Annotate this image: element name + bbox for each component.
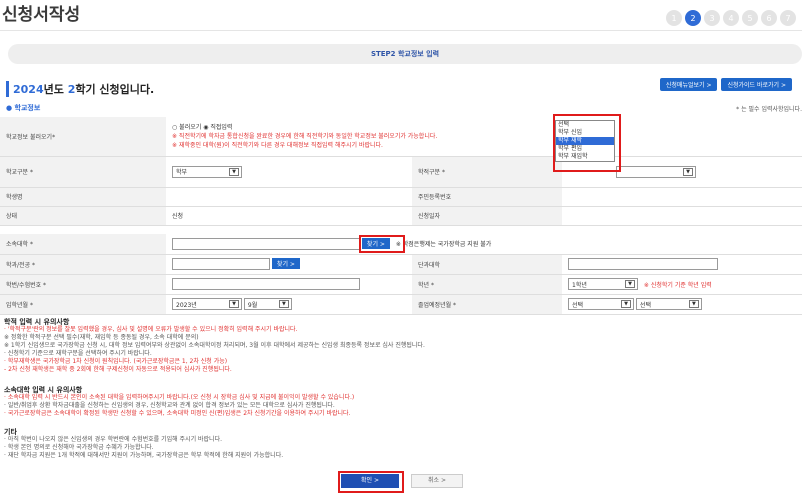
step-7: 7 [780,10,796,26]
step-5: 5 [742,10,758,26]
student-name-label: 학생명 [0,187,166,207]
rrn-label: 주민등록번호 [412,187,562,207]
step-bar: STEP2 학교정보 입력 [8,44,802,64]
notes-etc: 기타 · 아직 학번이 나오지 않은 신입생의 경우 학번란에 수험번호를 기입… [4,428,284,459]
semester-text-2: 학기 신청입니다. [75,83,155,96]
step-indicator: 1 2 3 4 5 6 7 [666,10,796,26]
academic-status-select[interactable]: ▼ [616,165,696,178]
apply-date-value [562,206,802,226]
graduation-label: 졸업예정년월 * [412,294,562,315]
university-note: ※ 학점은행제는 국가장학금 지원 불가 [395,240,492,248]
chevron-down-icon: ▼ [688,300,699,308]
page-title: 신청서작성 [2,5,81,25]
admission-label: 입학년월 * [0,294,166,315]
chevron-down-icon: ▼ [278,300,289,308]
radio-load[interactable]: ○ [172,124,177,131]
step-6: 6 [761,10,777,26]
admission-year-select[interactable]: 2023년 ▼ [172,298,242,310]
graduation-month-select[interactable]: 선택 ▼ [635,298,702,310]
academic-status-label: 학적구분 * [412,156,562,188]
step-4: 4 [723,10,739,26]
dept-label: 학과/전공 * [0,254,166,275]
load-note-1: ※ 직전학기에 학자금 통합신청을 완료한 경우에 한해 직전학기와 동일한 학… [172,132,438,140]
student-name-value [166,187,412,207]
status-label: 상태 [0,206,166,226]
dept-find-button[interactable]: 찾기 > [271,257,300,269]
chevron-down-icon: ▼ [229,300,239,308]
grade-select[interactable]: 1학년 ▼ [568,278,638,290]
apply-date-label: 신청일자 [412,206,562,226]
college-input[interactable] [568,258,718,270]
section-title: ● 학교정보 [6,104,41,112]
university-input[interactable] [172,238,360,250]
student-id-input[interactable] [172,278,360,290]
guide-button[interactable]: 신청가이드 바로가기 > [721,78,792,91]
chevron-down-icon: ▼ [683,167,693,176]
school-info-table: 학교정보 불러오기* ○ 불러오기 ◉ 직접입력 ※ 직전학기에 학자금 통합신… [0,117,802,226]
status-value: 신청 [166,206,412,226]
university-label: 소속대학 * [0,234,166,255]
semester-year: 2024 [13,83,44,96]
cancel-button[interactable]: 취소 > [411,474,463,488]
school-type-label: 학교구분 * [6,169,33,176]
highlight-box-dropdown [553,114,621,172]
grade-label: 학년 * [412,274,562,295]
rrn-value [562,187,802,207]
notes-university: 소속대학 입력 시 유의사항 · 소속대학 입력 시 반드시 본인이 소속된 대… [4,386,355,417]
chevron-down-icon: ▼ [229,167,239,176]
confirm-button[interactable]: 확인 > [341,474,399,488]
notes-academic: 학적 입력 시 유의사항 · '학적구분'란의 정보를 잘못 입력했을 경우, … [4,318,425,373]
step-2-active: 2 [685,10,701,26]
circle-bullet-icon: ● [6,104,13,112]
semester-heading: 2024년도 2학기 신청입니다. [6,81,154,97]
manual-button[interactable]: 신청매뉴얼보기 > [659,78,718,91]
college-label: 단과대학 [412,254,562,275]
required-note: * 는 필수 입력사항입니다. [736,106,802,113]
graduation-year-select[interactable]: 선택 ▼ [568,298,634,310]
chevron-down-icon: ▼ [621,300,631,308]
step-3: 3 [704,10,720,26]
school-type-select[interactable]: 학부 ▼ [172,165,242,178]
highlight-box-find-button [359,235,405,253]
load-note-2: ※ 재학중인 대학(원)이 직전학기와 다른 경우 대해정보 직접입력 해주시기… [172,141,383,149]
admission-month-select[interactable]: 9월 ▼ [243,298,292,310]
semester-text-1: 년도 [43,83,68,96]
dept-input[interactable] [172,258,270,271]
step-1: 1 [666,10,682,26]
student-id-label: 학번/수험번호 * [0,274,166,295]
radio-direct[interactable]: ◉ [203,124,208,131]
grade-note: ※ 신청학기 기준 학년 입력 [643,281,712,289]
chevron-down-icon: ▼ [625,280,635,288]
load-label: 학교정보 불러오기* [0,117,166,157]
